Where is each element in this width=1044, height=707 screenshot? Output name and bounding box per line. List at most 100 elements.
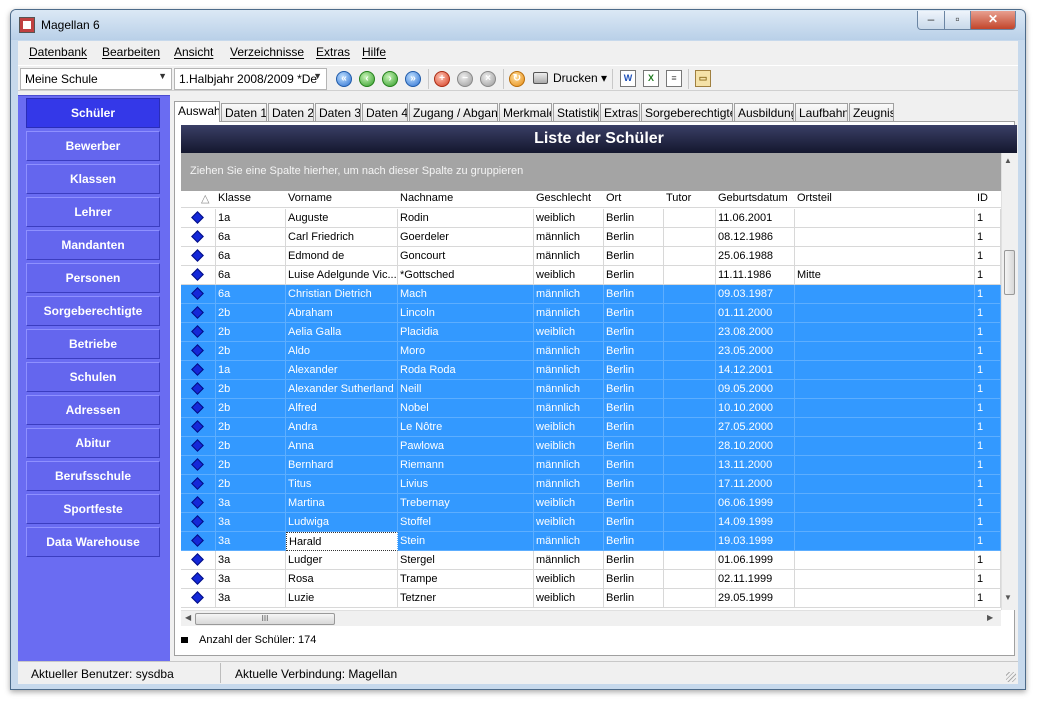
cell-tutor[interactable]: [664, 342, 716, 361]
table-row[interactable]: 6a Carl Friedrich Goerdeler männlich Berlin 0…: [181, 228, 1001, 247]
cell-ort[interactable]: Berlin: [604, 342, 664, 361]
cell-klasse[interactable]: 2b: [216, 399, 286, 418]
cell-tutor[interactable]: [664, 399, 716, 418]
cell-vorname[interactable]: Abraham: [286, 304, 398, 323]
cell-ortsteil[interactable]: [795, 494, 975, 513]
cell-klasse[interactable]: 2b: [216, 323, 286, 342]
cell-geburtsdatum[interactable]: 13.11.2000: [716, 456, 795, 475]
cell-ortsteil[interactable]: [795, 342, 975, 361]
cell-geburtsdatum[interactable]: 17.11.2000: [716, 475, 795, 494]
tab-laufbahn[interactable]: Laufbahn: [795, 103, 848, 121]
cell-ort[interactable]: Berlin: [604, 589, 664, 608]
cell-ortsteil[interactable]: [795, 399, 975, 418]
menu-bearbeiten[interactable]: Bearbeiten: [102, 45, 160, 59]
cell-ortsteil[interactable]: [795, 570, 975, 589]
cell-nachname[interactable]: Nobel: [398, 399, 534, 418]
cell-ortsteil[interactable]: [795, 380, 975, 399]
cell-nachname[interactable]: Goncourt: [398, 247, 534, 266]
cell-klasse[interactable]: 2b: [216, 475, 286, 494]
table-row[interactable]: 2b Bernhard Riemann männlich Berlin 13.11.200…: [181, 456, 1001, 475]
cell-geschlecht[interactable]: weiblich: [534, 570, 604, 589]
cell-geschlecht[interactable]: männlich: [534, 342, 604, 361]
cell-geburtsdatum[interactable]: 14.09.1999: [716, 513, 795, 532]
cell-nachname[interactable]: Le Nôtre: [398, 418, 534, 437]
cell-nachname[interactable]: Pawlowa: [398, 437, 534, 456]
cell-geburtsdatum[interactable]: 09.03.1987: [716, 285, 795, 304]
cell-geschlecht[interactable]: weiblich: [534, 266, 604, 285]
menu-extras[interactable]: Extras: [316, 45, 350, 59]
cell-klasse[interactable]: 2b: [216, 342, 286, 361]
cell-tutor[interactable]: [664, 589, 716, 608]
cell-klasse[interactable]: 2b: [216, 304, 286, 323]
row-indicator-cell[interactable]: [181, 209, 216, 228]
minimize-button[interactable]: –: [917, 11, 945, 30]
column-header-ort[interactable]: Ort: [606, 192, 621, 204]
cell-id[interactable]: 1: [975, 570, 1001, 589]
tab-daten-4[interactable]: Daten 4: [362, 103, 408, 121]
sidebar-item-schueler[interactable]: Schüler: [26, 98, 160, 128]
cell-vorname[interactable]: Andra: [286, 418, 398, 437]
cell-geburtsdatum[interactable]: 14.12.2001: [716, 361, 795, 380]
cell-ort[interactable]: Berlin: [604, 513, 664, 532]
table-row[interactable]: 3a Rosa Trampe weiblich Berlin 02.11.1999 1: [181, 570, 1001, 589]
cell-ortsteil[interactable]: [795, 551, 975, 570]
cell-ort[interactable]: Berlin: [604, 551, 664, 570]
cell-geburtsdatum[interactable]: 23.05.2000: [716, 342, 795, 361]
menu-datenbank[interactable]: Datenbank: [29, 45, 87, 59]
cell-klasse[interactable]: 3a: [216, 532, 286, 551]
cell-vorname[interactable]: Harald: [286, 532, 398, 551]
vertical-scroll-thumb[interactable]: [1004, 250, 1015, 295]
cell-id[interactable]: 1: [975, 361, 1001, 380]
column-header-ortsteil[interactable]: Ortsteil: [797, 192, 832, 204]
cell-vorname[interactable]: Anna: [286, 437, 398, 456]
cell-ortsteil[interactable]: [795, 323, 975, 342]
cell-ort[interactable]: Berlin: [604, 570, 664, 589]
cell-id[interactable]: 1: [975, 304, 1001, 323]
scroll-down-icon[interactable]: ▼: [1004, 593, 1012, 602]
cell-ort[interactable]: Berlin: [604, 399, 664, 418]
tab-extras[interactable]: Extras: [600, 103, 640, 121]
cell-ortsteil[interactable]: [795, 361, 975, 380]
cell-id[interactable]: 1: [975, 323, 1001, 342]
cell-tutor[interactable]: [664, 437, 716, 456]
cell-vorname[interactable]: Alfred: [286, 399, 398, 418]
first-record-icon[interactable]: «: [336, 71, 352, 87]
cell-vorname[interactable]: Martina: [286, 494, 398, 513]
sidebar-item-personen[interactable]: Personen: [26, 263, 160, 293]
cell-ort[interactable]: Berlin: [604, 323, 664, 342]
cell-nachname[interactable]: Stergel: [398, 551, 534, 570]
table-row[interactable]: 1a Alexander Roda Roda männlich Berlin 14.12.…: [181, 361, 1001, 380]
table-row[interactable]: 2b Titus Livius männlich Berlin 17.11.2000 1: [181, 475, 1001, 494]
tab-zugang-abgang[interactable]: Zugang / Abgang: [409, 103, 498, 121]
school-select[interactable]: Meine Schule ▼: [20, 68, 172, 90]
cell-vorname[interactable]: Luzie: [286, 589, 398, 608]
cell-tutor[interactable]: [664, 418, 716, 437]
cell-klasse[interactable]: 6a: [216, 228, 286, 247]
cell-geschlecht[interactable]: weiblich: [534, 209, 604, 228]
cell-ort[interactable]: Berlin: [604, 418, 664, 437]
cell-klasse[interactable]: 2b: [216, 437, 286, 456]
tab-merkmale[interactable]: Merkmale: [499, 103, 552, 121]
cell-id[interactable]: 1: [975, 475, 1001, 494]
period-select[interactable]: 1.Halbjahr 2008/2009 *De ▼: [174, 68, 327, 90]
cell-geschlecht[interactable]: männlich: [534, 551, 604, 570]
cell-geburtsdatum[interactable]: 27.05.2000: [716, 418, 795, 437]
table-row[interactable]: 3a Harald Stein männlich Berlin 19.03.1999 1: [181, 532, 1001, 551]
table-row[interactable]: 3a Martina Trebernay weiblich Berlin 06.06.19…: [181, 494, 1001, 513]
cell-vorname[interactable]: Bernhard: [286, 456, 398, 475]
cell-geschlecht[interactable]: weiblich: [534, 494, 604, 513]
cell-id[interactable]: 1: [975, 266, 1001, 285]
cell-tutor[interactable]: [664, 209, 716, 228]
row-indicator-cell[interactable]: [181, 532, 216, 551]
sidebar-item-adressen[interactable]: Adressen: [26, 395, 160, 425]
cell-klasse[interactable]: 6a: [216, 285, 286, 304]
cell-id[interactable]: 1: [975, 494, 1001, 513]
table-row[interactable]: 6a Christian Dietrich Mach männlich Berlin 09…: [181, 285, 1001, 304]
row-indicator-cell[interactable]: [181, 228, 216, 247]
table-row[interactable]: 3a Luzie Tetzner weiblich Berlin 29.05.1999 1: [181, 589, 1001, 608]
cell-ortsteil[interactable]: [795, 304, 975, 323]
cell-nachname[interactable]: Placidia: [398, 323, 534, 342]
cell-ortsteil[interactable]: [795, 228, 975, 247]
cell-nachname[interactable]: Riemann: [398, 456, 534, 475]
cell-vorname[interactable]: Edmond de: [286, 247, 398, 266]
